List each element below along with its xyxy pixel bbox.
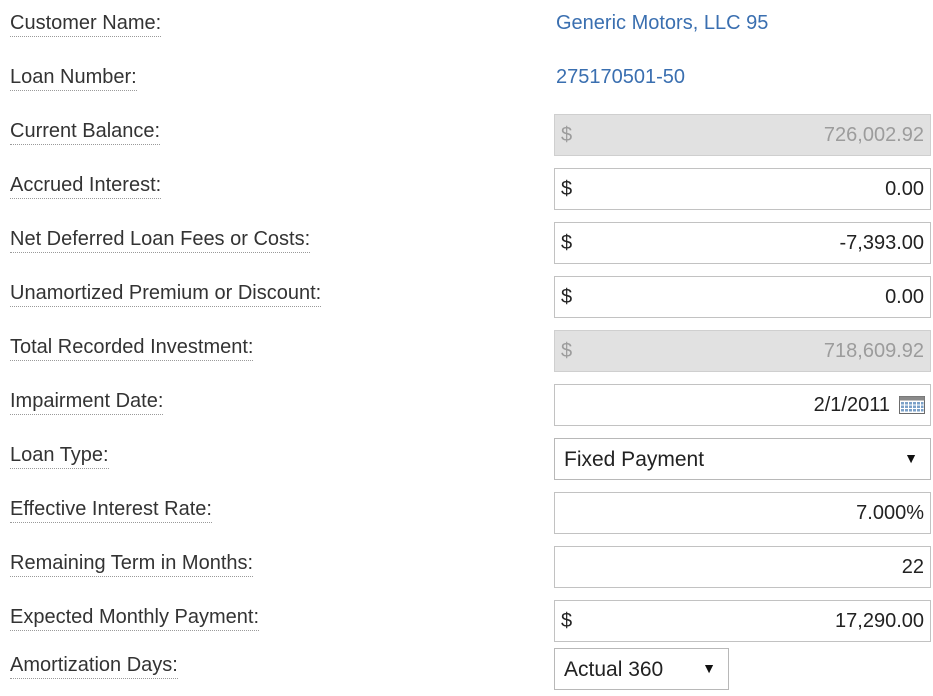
total-recorded-investment-row: Total Recorded Investment: $ 718,609.92 xyxy=(0,324,933,378)
remaining-term-value: 22 xyxy=(901,556,924,578)
amortization-days-row: Amortization Days: Actual 360 ▼ xyxy=(0,642,933,696)
loan-type-row: Loan Type: Fixed Payment ▼ xyxy=(0,432,933,486)
impairment-date-row: Impairment Date: 2/1/2011 xyxy=(0,378,933,432)
net-deferred-fees-row: Net Deferred Loan Fees or Costs: $ -7,39… xyxy=(0,216,933,270)
accrued-interest-row: Accrued Interest: $ 0.00 xyxy=(0,162,933,216)
unamortized-premium-amount: 0.00 xyxy=(885,286,924,308)
net-deferred-fees-label: Net Deferred Loan Fees or Costs: xyxy=(10,228,311,253)
remaining-term-input[interactable]: 22 xyxy=(554,546,931,588)
currency-symbol: $ xyxy=(561,286,573,308)
current-balance-label: Current Balance: xyxy=(10,120,161,145)
accrued-interest-input[interactable]: $ 0.00 xyxy=(554,168,931,210)
net-deferred-fees-input[interactable]: $ -7,393.00 xyxy=(554,222,931,264)
accrued-interest-label: Accrued Interest: xyxy=(10,174,162,199)
expected-monthly-payment-input[interactable]: $ 17,290.00 xyxy=(554,600,931,642)
customer-name-label: Customer Name: xyxy=(10,12,162,37)
currency-symbol: $ xyxy=(561,178,573,200)
current-balance-row: Current Balance: $ 726,002.92 xyxy=(0,108,933,162)
loan-type-selected: Fixed Payment xyxy=(564,448,705,471)
accrued-interest-amount: 0.00 xyxy=(885,178,924,200)
effective-interest-rate-input[interactable]: 7.000% xyxy=(554,492,931,534)
loan-number-value[interactable]: 275170501-50 xyxy=(556,66,685,89)
customer-name-row: Customer Name: Generic Motors, LLC 95 xyxy=(0,0,933,54)
amortization-days-selected: Actual 360 xyxy=(564,658,664,681)
chevron-down-icon: ▼ xyxy=(702,660,716,676)
unamortized-premium-input[interactable]: $ 0.00 xyxy=(554,276,931,318)
customer-name-value[interactable]: Generic Motors, LLC 95 xyxy=(556,12,768,35)
expected-monthly-payment-label: Expected Monthly Payment: xyxy=(10,606,260,631)
effective-interest-rate-label: Effective Interest Rate: xyxy=(10,498,212,523)
total-recorded-investment-amount: 718,609.92 xyxy=(823,340,924,362)
remaining-term-label: Remaining Term in Months: xyxy=(10,552,254,577)
current-balance-amount: 726,002.92 xyxy=(823,124,924,146)
loan-number-label: Loan Number: xyxy=(10,66,137,91)
loan-type-label: Loan Type: xyxy=(10,444,109,469)
loan-type-select[interactable]: Fixed Payment ▼ xyxy=(554,438,931,480)
effective-interest-rate-row: Effective Interest Rate: 7.000% xyxy=(0,486,933,540)
unamortized-premium-label: Unamortized Premium or Discount: xyxy=(10,282,322,307)
currency-symbol: $ xyxy=(561,232,573,254)
calendar-icon[interactable] xyxy=(899,396,925,414)
impairment-date-value: 2/1/2011 xyxy=(813,394,890,416)
loan-number-row: Loan Number: 275170501-50 xyxy=(0,54,933,108)
chevron-down-icon: ▼ xyxy=(904,450,918,466)
effective-interest-rate-value: 7.000% xyxy=(856,502,924,524)
currency-symbol: $ xyxy=(561,340,573,362)
current-balance-field: $ 726,002.92 xyxy=(554,114,931,156)
unamortized-premium-row: Unamortized Premium or Discount: $ 0.00 xyxy=(0,270,933,324)
remaining-term-row: Remaining Term in Months: 22 xyxy=(0,540,933,594)
total-recorded-investment-label: Total Recorded Investment: xyxy=(10,336,254,361)
expected-monthly-payment-row: Expected Monthly Payment: $ 17,290.00 xyxy=(0,594,933,648)
net-deferred-fees-amount: -7,393.00 xyxy=(839,232,924,254)
amortization-days-label: Amortization Days: xyxy=(10,654,178,679)
expected-monthly-payment-amount: 17,290.00 xyxy=(835,610,924,632)
impairment-date-input[interactable]: 2/1/2011 xyxy=(554,384,931,426)
currency-symbol: $ xyxy=(561,610,573,632)
currency-symbol: $ xyxy=(561,124,573,146)
total-recorded-investment-field: $ 718,609.92 xyxy=(554,330,931,372)
amortization-days-select[interactable]: Actual 360 ▼ xyxy=(554,648,729,690)
impairment-date-label: Impairment Date: xyxy=(10,390,164,415)
